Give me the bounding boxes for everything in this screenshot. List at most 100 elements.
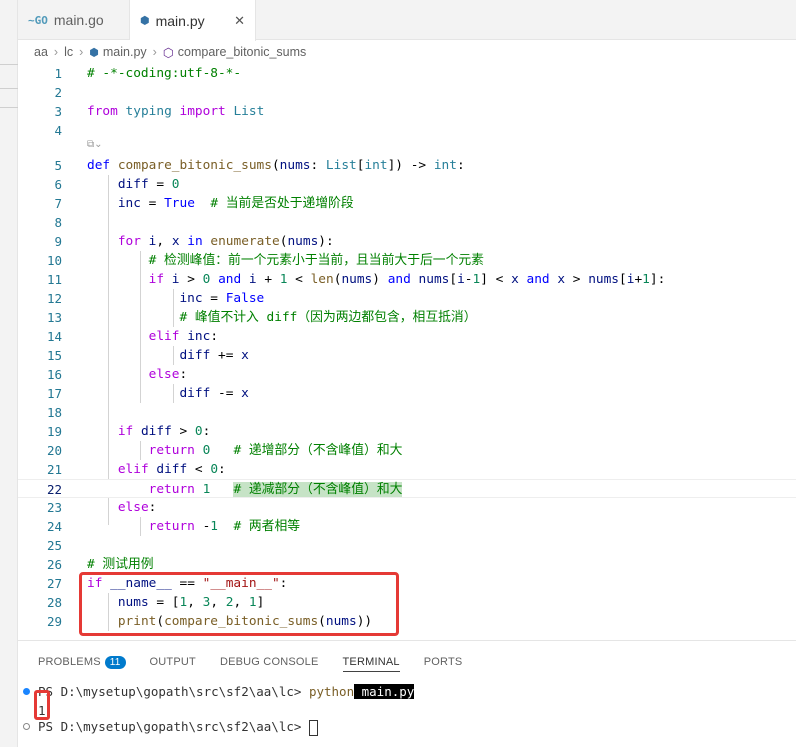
- line-number: 22: [46, 482, 62, 497]
- line-number: 21: [46, 462, 62, 477]
- output-annotation-box: [34, 690, 50, 720]
- terminal-line: PS D:\mysetup\gopath\src\sf2\aa\lc>: [23, 718, 318, 736]
- code-line: 14 elif inc:: [18, 327, 796, 346]
- code-line: 15 diff += x: [18, 346, 796, 365]
- code-line: 6 diff = 0: [18, 175, 796, 194]
- code-line: 29 print(compare_bitonic_sums(nums)): [18, 612, 796, 631]
- strip-divider: [0, 107, 18, 108]
- line-number: 15: [46, 348, 62, 363]
- code-line: 7 inc = True # 当前是否处于递增阶段: [18, 194, 796, 213]
- chevron-right-icon: ›: [152, 45, 157, 59]
- breadcrumb-item[interactable]: aa: [34, 45, 48, 59]
- line-number: 2: [54, 85, 62, 100]
- line-number: 23: [46, 500, 62, 515]
- code-line: 19 if diff > 0:: [18, 422, 796, 441]
- code-line: 18: [18, 403, 796, 422]
- tab-label: PROBLEMS: [38, 656, 101, 668]
- tab-debug-console[interactable]: DEBUG CONSOLE: [220, 656, 319, 668]
- line-number: 14: [46, 329, 62, 344]
- line-number: 26: [46, 557, 62, 572]
- tab-label: PORTS: [423, 656, 463, 668]
- python-file-icon: ⬢: [89, 46, 99, 59]
- code-line: 8: [18, 213, 796, 232]
- line-number: 10: [46, 253, 62, 268]
- line-number: 19: [46, 424, 62, 439]
- command-success-icon[interactable]: [23, 688, 30, 695]
- code-line: 16 else:: [18, 365, 796, 384]
- code-line: 10 # 检测峰值：前一个元素小于当前，且当前大于后一个元素: [18, 251, 796, 270]
- chevron-right-icon: ›: [79, 45, 84, 59]
- panel-tab-bar: PROBLEMS 11 OUTPUT DEBUG CONSOLE TERMINAL…: [18, 641, 796, 683]
- line-number: 9: [54, 234, 62, 249]
- code-line: 11 if i > 0 and i + 1 < len(nums) and nu…: [18, 270, 796, 289]
- terminal-command: python: [308, 684, 355, 699]
- strip-divider: [0, 88, 18, 89]
- line-number: 11: [46, 272, 62, 287]
- tab-label: main.go: [53, 12, 104, 28]
- line-number: 25: [46, 538, 62, 553]
- activity-strip: [0, 0, 18, 747]
- tab-problems[interactable]: PROBLEMS 11: [38, 655, 126, 669]
- line-number: 6: [54, 177, 62, 192]
- line-number: 4: [54, 123, 62, 138]
- line-number: 29: [46, 614, 62, 629]
- code-line: 4: [18, 121, 796, 140]
- code-line: 1 # -*-coding:utf-8-*-: [18, 64, 796, 83]
- terminal-command-arg: main.py: [354, 684, 415, 699]
- code-line: 21 elif diff < 0:: [18, 460, 796, 479]
- breadcrumb-item[interactable]: lc: [64, 45, 73, 59]
- line-number: 8: [54, 215, 62, 230]
- tab-label: DEBUG CONSOLE: [219, 656, 319, 668]
- python-file-icon: ⬢: [140, 14, 150, 27]
- code-line: 23 else:: [18, 498, 796, 517]
- code-line: 24 return -1 # 两者相等: [18, 517, 796, 536]
- code-line: 27 if __name__ == "__main__":: [18, 574, 796, 593]
- tab-label: OUTPUT: [149, 656, 196, 668]
- tab-output[interactable]: OUTPUT: [150, 656, 196, 668]
- line-number: 1: [54, 66, 62, 81]
- line-number: 13: [46, 310, 62, 325]
- line-number: 18: [46, 405, 62, 420]
- line-number: 7: [54, 196, 62, 211]
- code-line: 20 return 0 # 递增部分（不含峰值）和大: [18, 441, 796, 460]
- line-number: 5: [54, 158, 62, 173]
- line-number: 12: [46, 291, 62, 306]
- code-line: 17 diff -= x: [18, 384, 796, 403]
- bottom-panel: PROBLEMS 11 OUTPUT DEBUG CONSOLE TERMINAL…: [18, 640, 796, 747]
- close-icon[interactable]: ✕: [234, 13, 245, 29]
- command-pending-icon[interactable]: [23, 723, 30, 730]
- breadcrumb: aa › lc › ⬢ main.py › ⬡ compare_bitonic_…: [18, 41, 796, 63]
- terminal-prompt: PS D:\mysetup\gopath\src\sf2\aa\lc>: [38, 719, 309, 734]
- code-line: 13 # 峰值不计入 diff（因为两边都包含，相互抵消）: [18, 308, 796, 327]
- code-line: 25: [18, 536, 796, 555]
- tab-main-py[interactable]: ⬢ main.py ✕: [130, 0, 256, 41]
- code-line: 3 from typing import List: [18, 102, 796, 121]
- strip-divider: [0, 64, 18, 65]
- terminal-prompt: PS D:\mysetup\gopath\src\sf2\aa\lc>: [38, 684, 309, 699]
- tab-main-go[interactable]: ~GO main.go: [18, 0, 130, 40]
- code-editor[interactable]: 1 # -*-coding:utf-8-*- 2 3 from typing imp…: [18, 63, 796, 640]
- code-line: 9 for i, x in enumerate(nums):: [18, 232, 796, 251]
- breadcrumb-item[interactable]: main.py: [103, 45, 147, 59]
- code-line: 5 def compare_bitonic_sums(nums: List[int…: [18, 156, 796, 175]
- copy-codelens-icon[interactable]: ⧉⌄: [87, 139, 103, 151]
- code-line: 2: [18, 83, 796, 102]
- line-number: 3: [54, 104, 62, 119]
- problems-count-badge: 11: [104, 655, 126, 669]
- tab-ports[interactable]: PORTS: [424, 656, 463, 668]
- terminal-line: PS D:\mysetup\gopath\src\sf2\aa\lc> pyth…: [23, 683, 415, 701]
- code-line: 28 nums = [1, 3, 2, 1]: [18, 593, 796, 612]
- line-number: 28: [46, 595, 62, 610]
- terminal-cursor: [308, 719, 318, 736]
- tab-terminal[interactable]: TERMINAL: [342, 656, 400, 672]
- code-line: 12 inc = False: [18, 289, 796, 308]
- chevron-right-icon: ›: [53, 45, 59, 59]
- tab-label: TERMINAL: [342, 656, 400, 668]
- function-cube-icon: ⬡: [162, 45, 174, 60]
- go-file-icon: ~GO: [28, 13, 48, 27]
- line-number: 20: [46, 443, 62, 458]
- line-number: 27: [46, 576, 62, 591]
- breadcrumb-item[interactable]: compare_bitonic_sums: [178, 45, 307, 59]
- line-number: 17: [46, 386, 62, 401]
- line-number: 16: [46, 367, 62, 382]
